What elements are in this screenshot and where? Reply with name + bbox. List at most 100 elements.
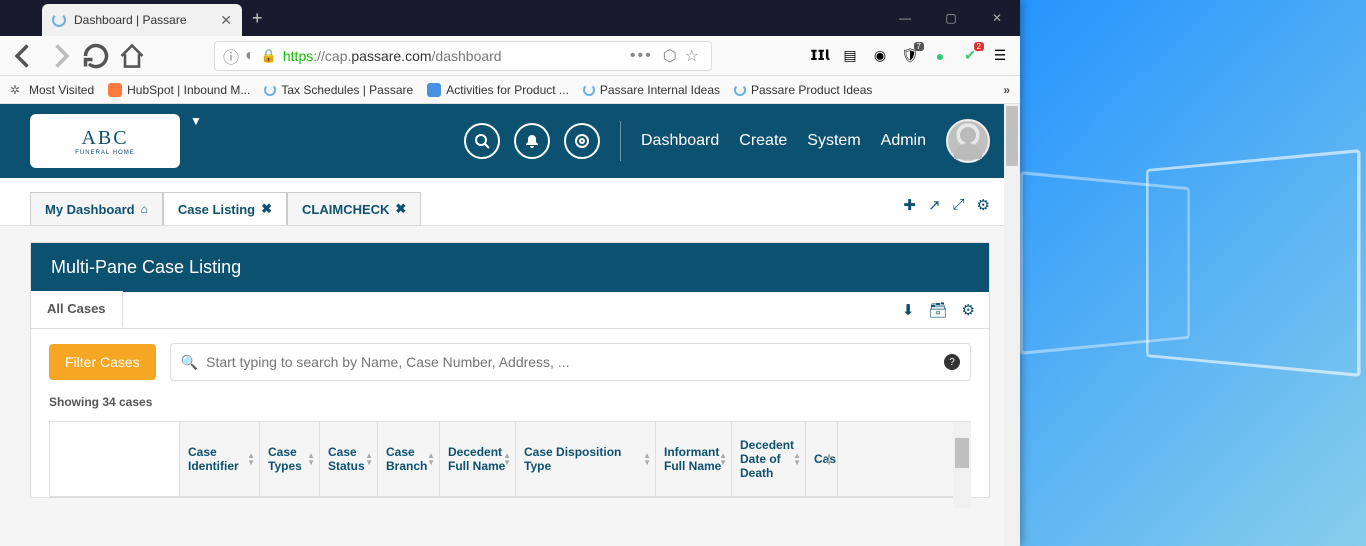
scrollbar[interactable] [1004, 104, 1020, 546]
expand-icon[interactable]: ⤢ [953, 196, 965, 214]
sort-icon[interactable]: ▲▼ [365, 452, 373, 466]
info-icon[interactable]: ⓘ [223, 44, 239, 68]
tab-label: CLAIMCHECK [302, 202, 389, 217]
bookmark-item[interactable]: Passare Product Ideas [734, 83, 872, 97]
column-header[interactable]: Case Disposition Type▲▼ [516, 422, 656, 496]
panel-title: Multi-Pane Case Listing [31, 243, 989, 292]
reader-icon[interactable]: ▤ [840, 46, 860, 66]
nav-system[interactable]: System [807, 132, 860, 150]
page-actions-icon[interactable]: ••• [630, 47, 653, 65]
bookmark-label: Tax Schedules | Passare [281, 83, 413, 97]
page-tab-case-listing[interactable]: Case Listing✖ [163, 192, 287, 225]
ublock-icon[interactable]: 🛡7 [900, 46, 920, 66]
column-header[interactable]: Case Status▲▼ [320, 422, 378, 496]
sort-icon[interactable]: ▲▼ [719, 452, 727, 466]
sort-icon[interactable]: ▲▼ [427, 452, 435, 466]
bookmark-item[interactable]: Passare Internal Ideas [583, 83, 720, 97]
minimize-button[interactable]: — [882, 0, 928, 36]
column-header[interactable]: Informant Full Name▲▼ [656, 422, 732, 496]
search-wrap: 🔍 ? [170, 343, 971, 381]
tab-tools: ✚ ↗ ⤢ ⚙ [903, 196, 990, 222]
subtab-row: All Cases ⬇ 🗃 ⚙ [31, 292, 989, 329]
shield-icon[interactable]: ◐ [245, 47, 255, 65]
browser-tab[interactable]: Dashboard | Passare ✕ [42, 4, 242, 36]
maximize-button[interactable]: ▢ [928, 0, 974, 36]
lock-icon: 🔒 [261, 48, 277, 64]
privacy-icon[interactable]: ✔2 [960, 46, 980, 66]
nav-admin[interactable]: Admin [881, 132, 926, 150]
app-header: ABC FUNERAL HOME ▼ Dashboard Create System… [0, 104, 1020, 178]
new-tab-button[interactable]: + [242, 8, 273, 29]
bookmarks-overflow-icon[interactable]: » [1003, 83, 1010, 97]
library-icon[interactable]: 𝗜𝗜𝗹 [810, 46, 830, 66]
help-icon[interactable]: ? [944, 354, 960, 370]
nav-create[interactable]: Create [739, 132, 787, 150]
sort-icon[interactable]: ▲▼ [503, 452, 511, 466]
gear-icon: ✲ [10, 83, 24, 97]
search-icon[interactable] [464, 123, 500, 159]
sort-icon[interactable]: ▲▼ [643, 452, 651, 466]
table-scroll-thumb[interactable] [955, 438, 969, 468]
column-header[interactable]: Decedent Full Name▲▼ [440, 422, 516, 496]
close-window-button[interactable]: ✕ [974, 0, 1020, 36]
table: Case Identifier▲▼Case Types▲▼Case Status… [49, 421, 971, 497]
panel: Multi-Pane Case Listing All Cases ⬇ 🗃 ⚙ … [30, 242, 990, 498]
address-bar[interactable]: ⓘ ◐ 🔒 https://cap.passare.com/dashboard … [214, 41, 712, 71]
bookmark-item[interactable]: Tax Schedules | Passare [264, 83, 413, 97]
forward-button[interactable] [46, 42, 74, 70]
column-header[interactable]: Case Branch▲▼ [378, 422, 440, 496]
column-header[interactable]: Case Identifier▲▼ [180, 422, 260, 496]
sort-icon[interactable]: ▲▼ [247, 452, 255, 466]
scrollbar-thumb[interactable] [1006, 106, 1018, 166]
bookmark-label: Most Visited [29, 83, 94, 97]
bookmark-item[interactable]: Activities for Product ... [427, 83, 569, 97]
reload-button[interactable] [82, 42, 110, 70]
archive-icon[interactable]: 🗃 [929, 301, 948, 319]
addon-icon-1[interactable]: ◉ [870, 46, 890, 66]
logo-text: ABC [81, 127, 128, 150]
case-count: Showing 34 cases [31, 395, 989, 417]
sort-icon[interactable]: ▲▼ [793, 452, 801, 466]
page-content: ABC FUNERAL HOME ▼ Dashboard Create System… [0, 104, 1020, 546]
menu-icon[interactable]: ☰ [990, 46, 1010, 66]
bookmark-item[interactable]: HubSpot | Inbound M... [108, 83, 250, 97]
filter-cases-button[interactable]: Filter Cases [49, 344, 156, 380]
page-tab-my-dashboard[interactable]: My Dashboard⌂ [30, 192, 163, 225]
sort-icon[interactable]: ▲▼ [307, 452, 315, 466]
add-tab-icon[interactable]: ✚ [903, 196, 916, 214]
column-header[interactable]: Decedent Date of Death▲▼ [732, 422, 806, 496]
page-tab-claimcheck[interactable]: CLAIMCHECK ✖ [287, 192, 421, 225]
share-icon[interactable]: ↗ [928, 196, 941, 214]
column-header[interactable] [50, 422, 180, 496]
org-dropdown-icon[interactable]: ▼ [190, 114, 202, 128]
addon-icon-2[interactable]: ● [930, 46, 950, 66]
page-tabs-row: My Dashboard⌂Case Listing✖ CLAIMCHECK ✖ ✚ … [0, 178, 1020, 226]
column-header[interactable]: Case Types▲▼ [260, 422, 320, 496]
bookmark-item[interactable]: ✲ Most Visited [10, 83, 94, 97]
close-icon[interactable]: ✖ [261, 201, 272, 217]
subtab-all-cases[interactable]: All Cases [31, 291, 123, 328]
bookmark-label: HubSpot | Inbound M... [127, 83, 250, 97]
case-search-input[interactable] [206, 354, 944, 370]
settings-icon[interactable]: ⚙ [962, 301, 975, 319]
tab-label: My Dashboard [45, 202, 135, 217]
avatar[interactable] [946, 119, 990, 163]
nav-dashboard[interactable]: Dashboard [641, 132, 719, 150]
download-icon[interactable]: ⬇ [902, 301, 915, 319]
gear-icon[interactable]: ⚙ [977, 196, 990, 214]
logo[interactable]: ABC FUNERAL HOME [30, 114, 180, 168]
spin-icon [734, 84, 746, 96]
bookmark-star-icon[interactable]: ☆ [685, 46, 699, 66]
home-button[interactable] [118, 42, 146, 70]
sort-icon[interactable]: ▲▼ [825, 452, 833, 466]
close-tab-icon[interactable]: ✕ [220, 12, 232, 29]
close-icon[interactable]: ✖ [395, 201, 406, 217]
table-scrollbar[interactable] [953, 422, 971, 508]
url-text: https://cap.passare.com/dashboard [283, 48, 502, 64]
back-button[interactable] [10, 42, 38, 70]
column-header[interactable]: Cas▲▼ [806, 422, 838, 496]
pocket-icon[interactable]: ⬡ [663, 46, 677, 66]
orange-icon [108, 83, 122, 97]
bell-icon[interactable] [514, 123, 550, 159]
target-icon[interactable] [564, 123, 600, 159]
